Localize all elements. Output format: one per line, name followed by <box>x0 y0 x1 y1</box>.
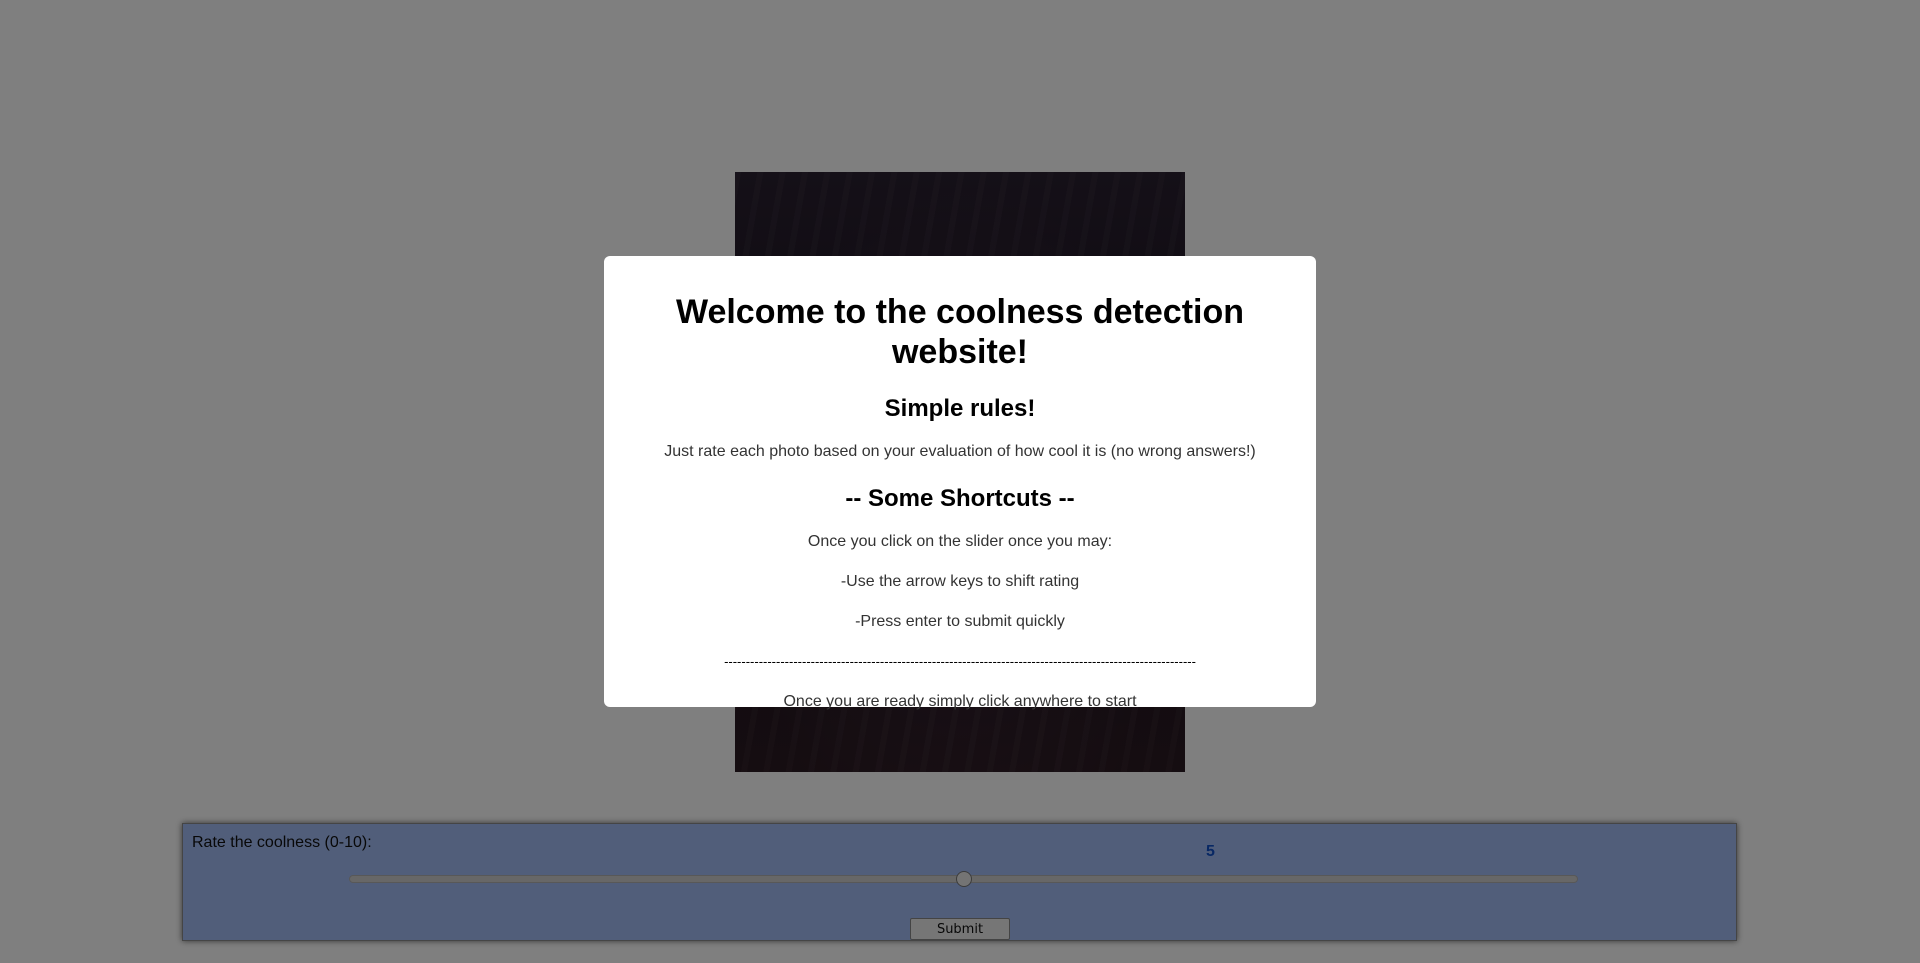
modal-overlay[interactable]: Welcome to the coolness detection websit… <box>0 0 1920 963</box>
modal-footer: Once you are ready simply click anywhere… <box>783 693 1137 710</box>
shortcut-arrow-keys: -Use the arrow keys to shift rating <box>840 573 1080 590</box>
welcome-modal[interactable]: Welcome to the coolness detection websit… <box>604 256 1316 710</box>
modal-intro: Just rate each photo based on your evalu… <box>664 443 1256 460</box>
shortcut-enter: -Press enter to submit quickly <box>855 613 1065 630</box>
modal-divider: ----------------------------------------… <box>724 654 1196 669</box>
modal-title: Welcome to the coolness detection websit… <box>675 293 1245 371</box>
shortcuts-heading: -- Some Shortcuts -- <box>845 485 1075 512</box>
shortcut-intro: Once you click on the slider once you ma… <box>807 533 1113 550</box>
modal-subtitle: Simple rules! <box>884 395 1036 422</box>
